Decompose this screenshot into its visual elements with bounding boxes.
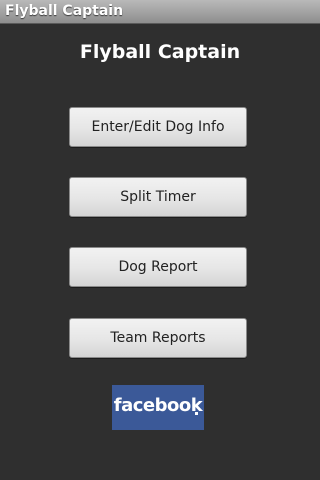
page-title: Flyball Captain <box>79 41 241 63</box>
facebook-icon: facebook <box>113 395 203 416</box>
facebook-logo-dot <box>195 412 198 415</box>
enter-edit-dog-info-button[interactable]: Enter/Edit Dog Info <box>69 107 247 147</box>
split-timer-button[interactable]: Split Timer <box>69 177 247 217</box>
facebook-logo-button[interactable]: facebook <box>112 385 204 430</box>
team-reports-button[interactable]: Team Reports <box>69 318 247 358</box>
dog-report-button[interactable]: Dog Report <box>69 247 247 287</box>
title-bar: Flyball Captain <box>0 0 320 24</box>
app-title: Flyball Captain <box>5 3 124 19</box>
